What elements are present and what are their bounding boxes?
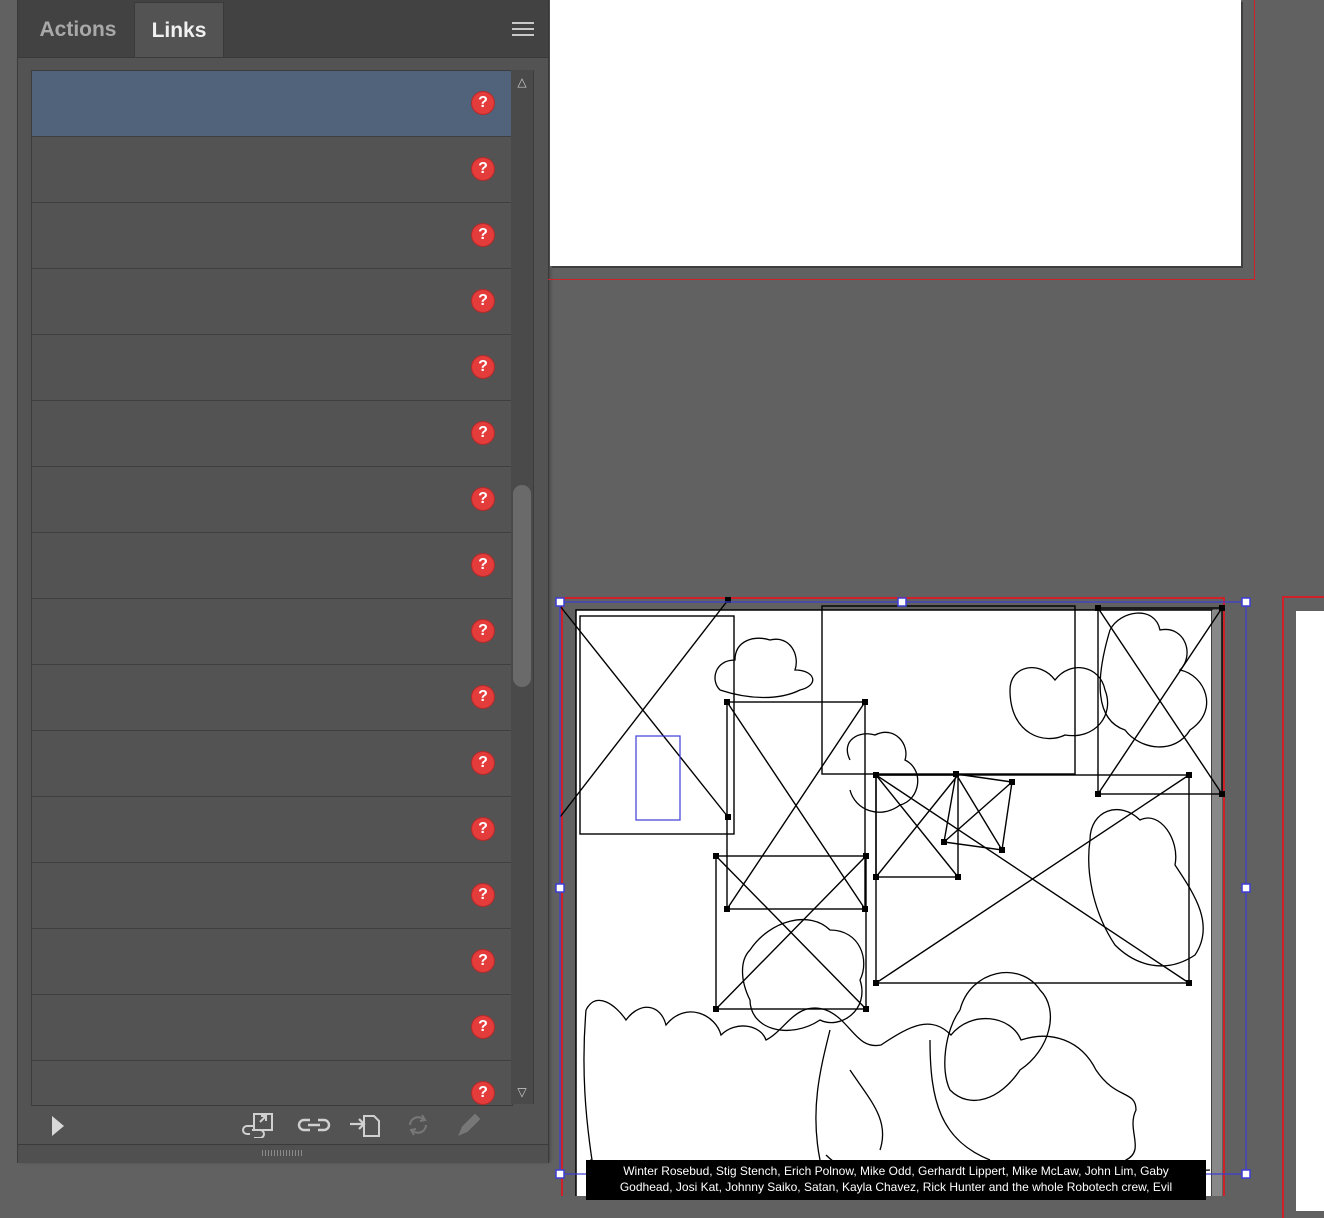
relink-from-library-icon[interactable] — [240, 1112, 276, 1138]
scroll-thumb[interactable] — [513, 485, 531, 687]
link-row[interactable]: ? — [32, 203, 512, 269]
missing-link-icon: ? — [472, 1082, 494, 1104]
link-row[interactable]: ? — [32, 797, 512, 863]
missing-link-icon: ? — [472, 818, 494, 840]
credits-text-frame[interactable]: Winter Rosebud, Stig Stench, Erich Polno… — [586, 1160, 1206, 1200]
panel-footer — [18, 1104, 548, 1144]
link-row[interactable]: ? — [32, 599, 512, 665]
link-row[interactable]: ? — [32, 665, 512, 731]
link-row[interactable]: ? — [32, 71, 512, 137]
scroll-down-icon[interactable]: ▽ — [515, 1086, 529, 1098]
link-row[interactable]: ? — [32, 533, 512, 599]
missing-link-icon: ? — [472, 158, 494, 180]
artboard-page-right — [1296, 611, 1324, 1211]
links-list: ???????????????? — [31, 70, 513, 1106]
list-scrollbar[interactable]: △ ▽ — [511, 70, 534, 1104]
missing-link-icon: ? — [472, 356, 494, 378]
link-row[interactable]: ? — [32, 137, 512, 203]
play-icon[interactable] — [52, 1116, 64, 1136]
link-row[interactable]: ? — [32, 995, 512, 1061]
update-link-icon[interactable] — [400, 1112, 436, 1138]
bleed-guide-top — [548, 0, 1255, 280]
link-row[interactable]: ? — [32, 401, 512, 467]
missing-link-icon: ? — [472, 290, 494, 312]
links-panel: Actions Links ???????????????? △ ▽ — [18, 0, 548, 1163]
missing-link-icon: ? — [472, 686, 494, 708]
tab-actions[interactable]: Actions — [22, 2, 134, 57]
panel-tab-bar: Actions Links — [18, 0, 548, 58]
credits-line-2: Godhead, Josi Kat, Johnny Saiko, Satan, … — [619, 1180, 1173, 1194]
missing-link-icon: ? — [472, 422, 494, 444]
missing-link-icon: ? — [472, 884, 494, 906]
tab-links[interactable]: Links — [134, 2, 224, 57]
link-row[interactable]: ? — [32, 335, 512, 401]
credits-line-1: Winter Rosebud, Stig Stench, Erich Polno… — [623, 1164, 1169, 1178]
missing-link-icon: ? — [472, 488, 494, 510]
scroll-up-icon[interactable]: △ — [515, 76, 529, 88]
relink-icon[interactable] — [296, 1112, 332, 1138]
edit-original-icon[interactable] — [452, 1112, 488, 1138]
missing-link-icon: ? — [472, 950, 494, 972]
missing-link-icon: ? — [472, 554, 494, 576]
link-row[interactable]: ? — [32, 1061, 512, 1105]
link-row[interactable]: ? — [32, 731, 512, 797]
go-to-link-icon[interactable] — [348, 1112, 384, 1138]
missing-link-icon: ? — [472, 1016, 494, 1038]
artwork-page[interactable] — [550, 590, 1270, 1196]
link-row[interactable]: ? — [32, 929, 512, 995]
missing-link-icon: ? — [472, 224, 494, 246]
link-row[interactable]: ? — [32, 467, 512, 533]
panel-resize-grip[interactable] — [18, 1144, 548, 1163]
link-row[interactable]: ? — [32, 863, 512, 929]
missing-link-icon: ? — [472, 752, 494, 774]
hamburger-icon[interactable] — [512, 22, 534, 40]
link-row[interactable]: ? — [32, 269, 512, 335]
missing-link-icon: ? — [472, 620, 494, 642]
missing-link-icon: ? — [472, 92, 494, 114]
